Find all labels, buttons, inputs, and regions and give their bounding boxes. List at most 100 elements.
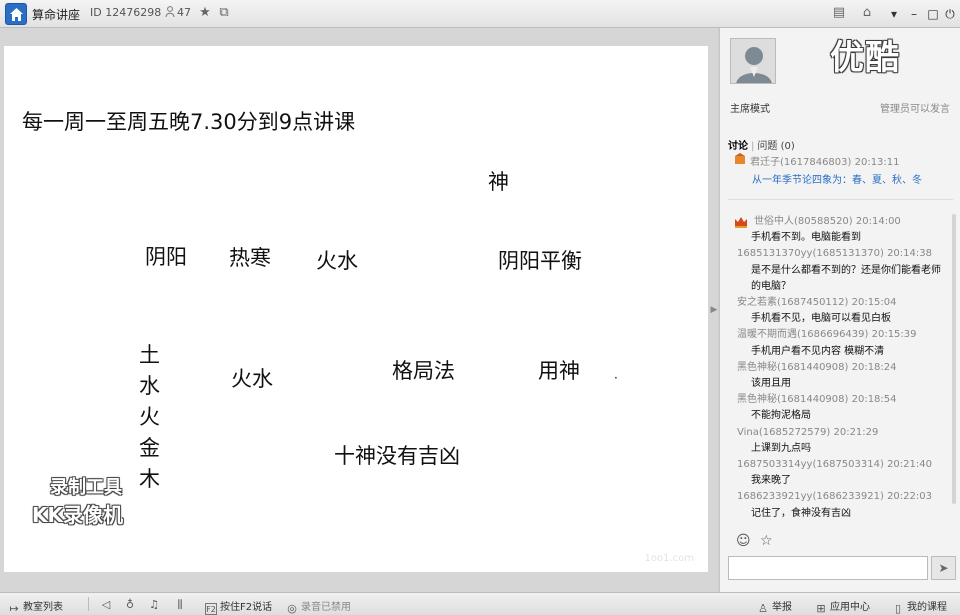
music-button[interactable]: ♫	[148, 598, 163, 611]
chat-message: Vina(1685272579) 20:21:29 上课到九点吗	[720, 425, 958, 457]
chat-text: 上课到九点吗	[751, 442, 811, 454]
chat-text: 不能拘泥格局	[751, 410, 811, 422]
chat-text: 该用且用	[751, 378, 791, 390]
classroom-list-label: 教室列表	[23, 602, 63, 613]
chat-message: 安之若素(1687450112) 20:15:04 手机看不见，电脑可以看见白板	[720, 295, 958, 327]
board-headline: 每一周一至周五晚7.30分到9点讲课	[22, 110, 356, 134]
apps-icon: ⊞	[816, 602, 826, 615]
chat-sender: 1686233921yy(1686233921) 20:22:03	[737, 491, 932, 503]
exit-icon: ↦	[9, 602, 19, 615]
element-char: 水	[139, 374, 160, 398]
dropdown-icon[interactable]: ▾	[886, 6, 902, 22]
board-dot: ·	[614, 371, 618, 385]
room-name: 算命讲座	[32, 8, 81, 22]
chat-text: 是不是什么都看不到的？还是你们能看老师的电脑？	[751, 264, 941, 292]
chat-message: 黑色神秘(1681440908) 20:18:54 不能拘泥格局	[720, 392, 958, 424]
whiteboard[interactable]: 每一周一至周五晚7.30分到9点讲课 神 阴阳 热寒 火水 阴阳平衡 火水 格局…	[4, 46, 708, 572]
youku-logo: 优酷	[830, 38, 900, 78]
chat-text: 手机用户看不见内容 模糊不清	[751, 345, 885, 357]
tab-discuss[interactable]: 讨论	[728, 141, 748, 152]
chat-message: 1685131370yy(1685131370) 20:14:38 是不是什么都…	[720, 246, 958, 295]
board-word: 神	[488, 170, 509, 194]
admin-note: 管理员可以发言	[880, 104, 950, 115]
mixer-button[interactable]: ⫼	[174, 598, 189, 611]
chat-text: 手机看不到。电脑能看到	[751, 232, 861, 244]
classroom-list-button[interactable]: ↦ 教室列表	[8, 598, 63, 615]
report-icon: ♙	[758, 602, 768, 615]
chat-sender: 1687503314yy(1687503314) 20:21:40	[737, 459, 932, 471]
bottom-bar: ↦ 教室列表 ◁ ♁ ♫ ⫼ F2 按住F2说话 ◎ 录音已禁用 ♙ 举报 ⊞ 应用中心 …	[0, 592, 960, 615]
online-count: 47	[165, 6, 191, 19]
element-char: 土	[139, 343, 160, 367]
chat-sender: 黑色神秘(1681440908) 20:18:54	[737, 394, 897, 406]
my-courses-button[interactable]: ▯ 我的课程	[892, 598, 947, 615]
pinned-message: 君迁子(1617846803) 20:13:11 从一年季节论四象为：春、夏、秋…	[734, 153, 956, 186]
element-char: 木	[139, 467, 160, 491]
element-char: 金	[139, 436, 160, 460]
menu-icon[interactable]: ▤	[832, 6, 846, 20]
push-to-talk-label: 按住F2说话	[220, 602, 273, 613]
recording-status: ◎ 录音已禁用	[286, 598, 351, 615]
side-panel: 优酷 主席模式 管理员可以发言 讨论 | 问题 (0) 君迁子(1617846803…	[719, 28, 960, 592]
report-label: 举报	[772, 602, 792, 613]
microphone-icon: ♁	[125, 598, 135, 611]
app-center-button[interactable]: ⊞ 应用中心	[815, 598, 870, 615]
star-icon[interactable]: ★	[198, 6, 212, 20]
chat-list[interactable]: 世俗中人(80588520) 20:14:00 手机看不到。电脑能看到 1685…	[720, 214, 958, 518]
board-word: 用神	[538, 359, 580, 383]
chair-mode-label: 主席模式	[730, 104, 770, 115]
chat-sender: 1685131370yy(1685131370) 20:14:38	[737, 248, 932, 260]
faint-watermark: 1oo1.com	[644, 553, 695, 564]
recording-status-label: 录音已禁用	[301, 602, 351, 613]
mixer-icon: ⫼	[177, 598, 183, 611]
my-courses-label: 我的课程	[907, 602, 947, 613]
chat-text: 记住了，食神没有吉凶	[751, 507, 851, 518]
emoji-bar: ☺ ☆	[736, 530, 784, 549]
home-icon[interactable]	[5, 3, 27, 25]
book-icon: ▯	[894, 602, 902, 615]
push-to-talk[interactable]: F2 按住F2说话	[205, 598, 272, 615]
collapse-panel-icon[interactable]: ▶	[709, 300, 719, 320]
power-icon[interactable]: ⏻	[942, 6, 958, 22]
title-bar: 算命讲座 ID 12476298 47 ★ ⧉ ▤ ⌂ ▾ – □ ⏻	[0, 0, 960, 28]
five-elements-column: 土 水 火 金 木	[139, 340, 160, 495]
tab-question[interactable]: 问题	[757, 141, 777, 152]
report-button[interactable]: ♙ 举报	[757, 598, 792, 615]
recorder-watermark: 录制工具 KK录像机	[32, 473, 123, 528]
chat-sender: 黑色神秘(1681440908) 20:18:24	[737, 361, 897, 373]
emoji-icon[interactable]: ☺	[736, 533, 752, 549]
chat-message: 1687503314yy(1687503314) 20:21:40 我来晚了	[720, 457, 958, 489]
whiteboard-area: 每一周一至周五晚7.30分到9点讲课 神 阴阳 热寒 火水 阴阳平衡 火水 格局…	[0, 28, 718, 592]
chat-sender: Vina(1685272579) 20:21:29	[737, 426, 879, 438]
record-disabled-icon: ◎	[287, 602, 297, 615]
chat-message: 世俗中人(80588520) 20:14:00 手机看不到。电脑能看到	[720, 214, 958, 246]
chat-sender: 安之若素(1687450112) 20:15:04	[737, 297, 897, 309]
board-word: 热寒	[229, 246, 271, 270]
chat-text: 我来晚了	[751, 475, 791, 487]
minimize-icon[interactable]: –	[906, 6, 922, 22]
microphone-button[interactable]: ♁	[124, 598, 139, 611]
badge-icon	[735, 153, 745, 164]
board-word: 阴阳平衡	[498, 249, 582, 273]
board-word: 十神没有吉凶	[334, 444, 460, 468]
app-center-label: 应用中心	[830, 602, 870, 613]
board-word: 火水	[231, 367, 273, 391]
speaker-button[interactable]: ◁	[100, 598, 115, 611]
board-word: 阴阳	[145, 245, 187, 269]
chat-input[interactable]	[728, 556, 928, 580]
share-icon[interactable]: ⧉	[217, 6, 231, 20]
board-word: 格局法	[392, 359, 455, 383]
music-icon: ♫	[149, 598, 159, 611]
skin-icon[interactable]: ⌂	[860, 6, 874, 20]
favorite-icon[interactable]: ☆	[760, 533, 776, 549]
watermark-line-2: KK录像机	[32, 503, 123, 527]
question-count: (0)	[780, 141, 795, 152]
crown-icon	[735, 217, 747, 228]
element-char: 火	[139, 405, 160, 429]
send-button[interactable]: ➤	[931, 556, 956, 580]
f2-key-icon: F2	[205, 603, 217, 615]
chat-tabs: 讨论 | 问题 (0)	[728, 141, 795, 152]
maximize-icon[interactable]: □	[925, 6, 941, 22]
avatar[interactable]	[730, 38, 776, 84]
chat-sender: 温暖不期而遇(1686696439) 20:15:39	[737, 329, 917, 341]
